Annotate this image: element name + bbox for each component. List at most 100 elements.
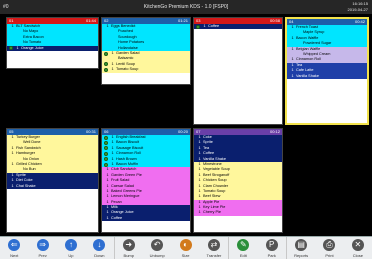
item-text: Vanilla Shake [296,73,319,78]
size-icon: ◐ [179,239,192,251]
item-qty: 1 [106,215,109,220]
transfer-icon: ⇄ [207,239,220,251]
toolbar-label: Down [94,253,105,258]
park-button[interactable]: P Park [258,237,286,259]
toolbar-label: Up [68,253,74,258]
item-text: Chai Shake [16,183,36,188]
print-icon: ⎙ [323,239,336,251]
order-item[interactable]: 1 Coffee [194,24,282,30]
order-board: 01 01:44 1 BLT Sandwich No Mayo Extra Bacon No… [0,14,372,236]
toolbar-label: Size [181,253,190,258]
ticket-number: 03 [196,18,201,23]
item-qty: 1 [198,210,201,215]
unbump-button[interactable]: ↶ Unbump [143,237,171,259]
order-ticket[interactable]: 06 00:20 1 English Breakfast 1 Bacon Biscuit 1… [101,128,191,233]
order-ticket[interactable]: 01 01:44 1 BLT Sandwich No Mayo Extra Bacon No… [6,17,99,69]
check-done-icon [104,135,108,140]
item-qty: 1 [291,25,294,29]
order-item[interactable]: 1 Vanilla Shake [287,73,367,79]
next-icon: ⇐ [8,239,21,251]
item-qty: 1 [11,135,14,139]
next-button[interactable]: ⇐ Next [0,237,28,259]
prev-button[interactable]: ⇒ Prev [28,237,56,259]
item-text: Coffee [208,24,220,28]
order-item[interactable]: 1 Orange Juice [7,45,98,51]
item-qty: 1 [203,24,206,28]
unbump-icon: ↶ [151,239,164,251]
order-ticket[interactable]: 07 00:12 1 Coke 1 Sprite 1 Tea 1 Coffee 1 Vanilla S… [193,128,283,233]
ticket-number: 06 [104,129,109,134]
order-item[interactable]: 1 Tomato Soup [102,67,190,73]
check-done-icon [196,24,200,29]
print-button[interactable]: ⎙ Print [315,237,343,259]
toolbar-label: Bump [123,253,134,258]
reports-icon: ▤ [295,239,308,251]
check-done-icon [9,46,13,51]
clock-date: 2019-04-27 [347,6,368,12]
item-qty: 1 [11,183,14,188]
toolbar-label: Unbump [149,253,165,258]
down-button[interactable]: ↓ Down [85,237,113,259]
item-text: Orange Juice [21,45,44,50]
up-button[interactable]: ↑ Up [57,237,85,259]
ticket-timer: 00:31 [85,129,96,134]
order-ticket[interactable]: 03 00:58 1 Coffee [193,17,283,125]
item-qty: 1 [106,24,109,28]
reports-button[interactable]: ▤ Reports [285,237,315,259]
toolbar-label: Edit [239,253,247,258]
item-qty: 1 [11,161,14,166]
item-qty: 1 [291,46,294,51]
toolbar-label: Reports [294,253,309,258]
toolbar-label: Park [267,253,276,258]
ticket-timer: 00:42 [354,19,365,24]
item-text: Cherry Pie [203,210,221,215]
bump-button[interactable]: ➜ Bump [113,237,143,259]
order-ticket[interactable]: 04 00:42 1 French Toast Maple Syrup 1 Bacon Wa… [285,17,369,125]
toolbar-label: Print [325,253,334,258]
ticket-timer: 01:21 [177,18,188,23]
edit-button[interactable]: ✎ Edit [228,237,257,259]
check-done-icon [104,141,108,146]
order-ticket[interactable]: 05 00:31 1 Turkey Burger Well Done 1 Fish Sand… [6,128,99,233]
check-done-icon [104,51,108,56]
title-bar: #0 KitchenGo Premium KDS - 1.0 [FSP0] 16… [0,0,372,14]
prev-icon: ⇒ [36,239,49,251]
item-qty: 1 [111,67,114,72]
toolbar-label: Next [10,253,19,258]
ticket-timer: 01:44 [85,18,96,23]
order-item[interactable]: 1 Chai Shake [7,183,98,189]
item-qty: 1 [11,24,14,28]
close-icon: ✕ [351,239,364,251]
ticket-timer: 00:12 [269,129,280,134]
check-done-icon [104,157,108,162]
app-title: KitchenGo Premium KDS - 1.0 [FSP0] [143,4,229,10]
bump-icon: ➜ [122,239,135,251]
up-icon: ↑ [64,239,77,251]
clock: 16:16:15 2019-04-27 [348,1,368,12]
item-qty: 1 [11,151,14,156]
transfer-button[interactable]: ⇄ Transfer [200,237,228,259]
item-qty: 1 [291,35,294,40]
order-ticket[interactable]: 02 01:21 1 Eggs Benedict Poached Sourdough Hom… [101,17,191,85]
ticket-timer: 00:58 [269,18,280,23]
check-done-icon [104,151,108,156]
park-icon: P [265,239,278,251]
down-icon: ↓ [93,239,106,251]
ticket-timer: 00:20 [177,129,188,134]
check-done-icon [104,67,108,72]
order-item[interactable]: 1 Coffee [102,215,190,222]
item-qty: 1 [291,73,294,78]
edit-icon: ✎ [237,239,250,251]
item-text: Coffee [111,215,123,220]
check-done-icon [104,62,108,67]
bottom-toolbar: ⇐ Next ⇒ Prev ↑ Up ↓ Down ➜ Bump ↶ Unbump ◐ Size ⇄ Tran… [0,236,372,259]
check-done-icon [104,146,108,151]
size-button[interactable]: ◐ Size [171,237,199,259]
check-done-icon [104,162,108,167]
item-qty: 1 [16,45,19,50]
toolbar-label: Close [352,253,363,258]
toolbar-label: Prev [38,253,47,258]
close-button[interactable]: ✕ Close [344,237,372,259]
order-item[interactable]: 1 Cherry Pie [194,210,282,216]
toolbar-label: Transfer [206,253,222,258]
